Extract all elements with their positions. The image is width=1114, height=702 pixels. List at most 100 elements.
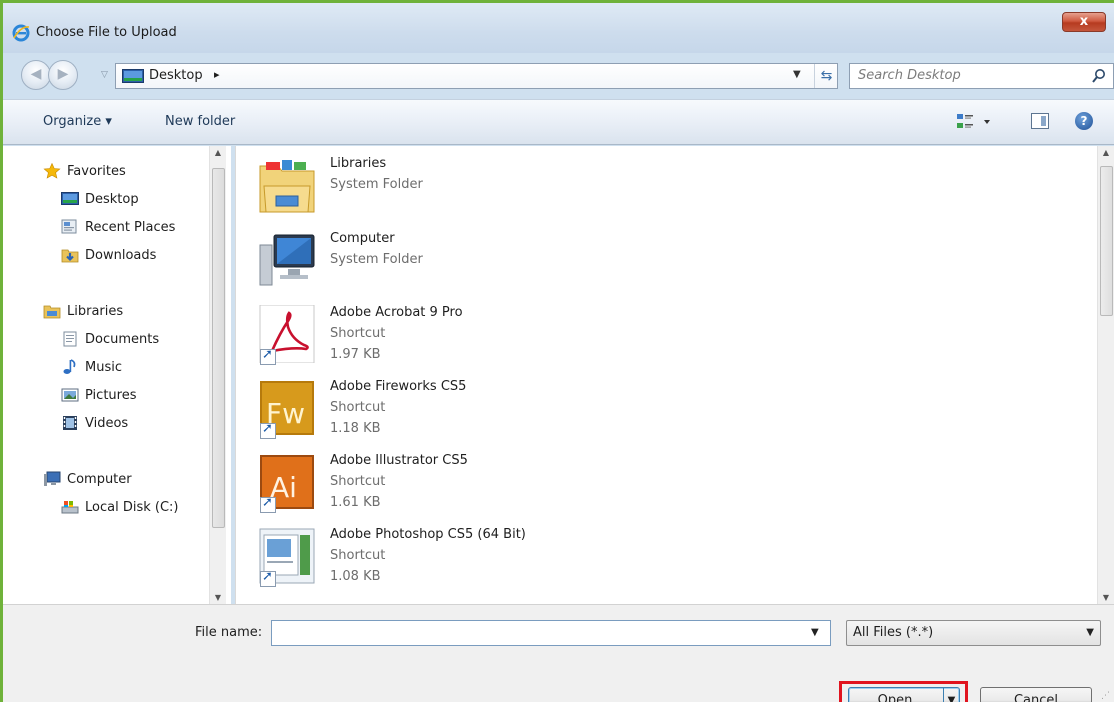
open-button-label: Open <box>877 693 913 702</box>
nav-item-desktop[interactable]: Desktop <box>61 189 139 209</box>
nav-item-downloads[interactable]: Downloads <box>61 245 156 265</box>
close-button[interactable]: x <box>1062 12 1106 32</box>
file-type: Shortcut <box>330 548 386 563</box>
nav-item-local-disk[interactable]: Local Disk (C:) <box>61 497 178 517</box>
file-list-scroll-thumb[interactable] <box>1100 166 1113 316</box>
nav-item-label: Pictures <box>85 387 137 403</box>
chevron-down-icon: ▼ <box>1086 627 1094 638</box>
nav-item-videos[interactable]: Videos <box>61 413 128 433</box>
file-size: 1.97 KB <box>330 347 381 362</box>
shortcut-arrow-icon <box>260 347 276 365</box>
file-size: 1.08 KB <box>330 569 381 584</box>
nav-item-label: Local Disk (C:) <box>85 499 179 515</box>
address-dropdown-icon[interactable]: ▼ <box>793 69 801 80</box>
desktop-icon <box>61 191 79 207</box>
open-button[interactable]: Open ▼ <box>848 687 960 702</box>
forward-arrow-icon: ▶ <box>57 66 69 82</box>
search-icon[interactable] <box>1091 68 1107 84</box>
address-row: ◀ ▶ ▽ Desktop ▸ ▼ ⇆ Search Desktop <box>3 55 1114 97</box>
file-item-acrobat[interactable]: Adobe Acrobat 9 Pro Shortcut 1.97 KB <box>258 305 858 375</box>
file-item-illustrator[interactable]: Ai Adobe Illustrator CS5 Shortcut 1.61 K… <box>258 453 858 523</box>
search-box[interactable]: Search Desktop <box>849 63 1114 89</box>
documents-icon <box>61 331 79 347</box>
forward-button[interactable]: ▶ <box>48 60 78 90</box>
nav-libraries-label: Libraries <box>67 303 124 319</box>
nav-computer-label: Computer <box>67 471 132 487</box>
nav-item-label: Music <box>85 359 122 375</box>
nav-item-label: Desktop <box>85 191 139 207</box>
music-icon <box>61 359 79 375</box>
file-type-select[interactable]: All Files (*.*) ▼ <box>846 620 1101 646</box>
new-folder-button[interactable]: New folder <box>165 114 235 129</box>
back-arrow-icon: ◀ <box>30 66 42 82</box>
computer-icon <box>43 471 61 487</box>
file-upload-dialog: Choose File to Upload x ◀ ▶ ▽ Desktop ▸ … <box>0 0 1114 702</box>
file-type: Shortcut <box>330 400 386 415</box>
file-item-fireworks[interactable]: Fw Adobe Fireworks CS5 Shortcut 1.18 KB <box>258 379 858 449</box>
breadcrumb-chevron-icon[interactable]: ▸ <box>214 68 220 81</box>
dialog-footer: File name: ▼ All Files (*.*) ▼ Open ▼ Ca… <box>3 604 1114 702</box>
libraries-icon <box>43 303 61 319</box>
libraries-folder-icon <box>259 160 315 213</box>
file-type: System Folder <box>330 252 423 267</box>
file-name-input[interactable] <box>271 620 831 646</box>
scroll-up-icon[interactable]: ▲ <box>1098 148 1114 157</box>
back-button[interactable]: ◀ <box>21 60 51 90</box>
file-type-value: All Files (*.*) <box>853 625 934 640</box>
scroll-up-icon[interactable]: ▲ <box>210 148 226 157</box>
nav-item-pictures[interactable]: Pictures <box>61 385 136 405</box>
nav-item-music[interactable]: Music <box>61 357 122 377</box>
change-view-icon[interactable] <box>955 112 995 132</box>
cancel-button[interactable]: Cancel <box>980 687 1092 702</box>
nav-pane-scroll-thumb[interactable] <box>212 168 225 528</box>
shortcut-arrow-icon <box>260 569 276 587</box>
file-name-label: File name: <box>195 625 263 640</box>
recent-pages-dropdown-icon[interactable]: ▽ <box>101 70 108 80</box>
nav-item-documents[interactable]: Documents <box>61 329 159 349</box>
nav-item-recent-places[interactable]: Recent Places <box>61 217 175 237</box>
resize-grip-icon[interactable]: ⋰ <box>1101 691 1110 701</box>
scroll-down-icon[interactable]: ▼ <box>210 593 226 602</box>
file-name: Libraries <box>330 156 387 171</box>
videos-icon <box>61 415 79 431</box>
file-name: Adobe Acrobat 9 Pro <box>330 305 463 320</box>
file-type: System Folder <box>330 177 423 192</box>
nav-item-label: Documents <box>85 331 160 347</box>
refresh-icon[interactable]: ⇆ <box>814 64 838 88</box>
file-list-scrollbar[interactable]: ▲ ▼ <box>1097 146 1114 604</box>
recent-places-icon <box>61 219 79 235</box>
nav-favorites[interactable]: Favorites <box>43 161 126 181</box>
address-bar[interactable]: Desktop ▸ ▼ ⇆ <box>115 63 838 89</box>
computer-icon <box>259 234 315 286</box>
nav-item-label: Recent Places <box>85 219 176 235</box>
downloads-folder-icon <box>61 247 79 263</box>
navigation-pane: Favorites Desktop Recent Places Download… <box>3 146 231 604</box>
preview-pane-icon[interactable] <box>1031 113 1049 129</box>
file-item-photoshop[interactable]: Adobe Photoshop CS5 (64 Bit) Shortcut 1.… <box>258 527 858 597</box>
nav-item-label: Videos <box>85 415 129 431</box>
nav-computer[interactable]: Computer <box>43 469 132 489</box>
file-item-libraries[interactable]: Libraries System Folder <box>258 156 858 226</box>
file-list: Libraries System Folder Computer System … <box>235 146 1114 604</box>
nav-libraries[interactable]: Libraries <box>43 301 123 321</box>
nav-pane-scrollbar[interactable]: ▲ ▼ <box>209 146 226 604</box>
organize-menu-button[interactable]: Organize ▾ <box>43 114 112 129</box>
command-toolbar: Organize ▾ New folder ? <box>3 99 1114 145</box>
file-size: 1.61 KB <box>330 495 381 510</box>
open-options-dropdown-icon[interactable]: ▼ <box>943 688 959 702</box>
scroll-down-icon[interactable]: ▼ <box>1098 593 1114 602</box>
file-name: Adobe Fireworks CS5 <box>330 379 467 394</box>
search-input[interactable]: Search Desktop <box>858 68 961 83</box>
local-disk-icon <box>61 499 79 515</box>
title-bar: Choose File to Upload x <box>3 3 1114 53</box>
file-type: Shortcut <box>330 474 386 489</box>
file-item-computer[interactable]: Computer System Folder <box>258 231 858 301</box>
file-name: Adobe Illustrator CS5 <box>330 453 468 468</box>
breadcrumb-desktop[interactable]: Desktop <box>149 68 203 83</box>
nav-favorites-label: Favorites <box>67 163 126 179</box>
window-title: Choose File to Upload <box>36 25 177 40</box>
file-type: Shortcut <box>330 326 386 341</box>
help-icon[interactable]: ? <box>1075 112 1093 130</box>
star-icon <box>43 162 61 179</box>
desktop-icon <box>122 69 144 83</box>
